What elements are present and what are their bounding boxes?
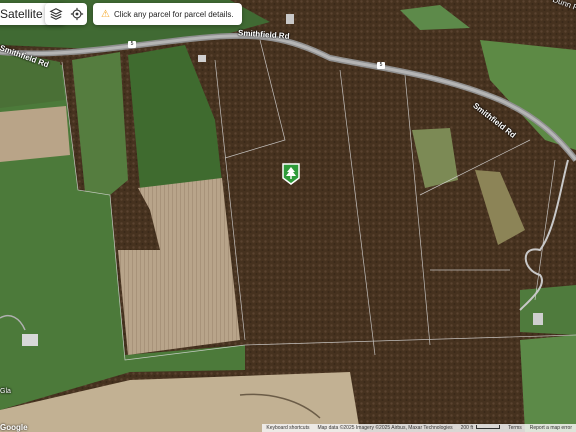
scale-bar[interactable]: 200 ft	[461, 425, 501, 431]
satellite-map[interactable]	[0, 0, 576, 432]
terms-link[interactable]: Terms	[508, 425, 522, 431]
google-logo: Google	[0, 423, 28, 432]
building-4	[286, 14, 294, 24]
layers-icon[interactable]	[48, 6, 64, 22]
locate-icon[interactable]	[69, 6, 85, 22]
report-link[interactable]: Report a map error	[530, 425, 572, 431]
parcel-hint: ⚠ Click any parcel for parcel details.	[93, 3, 242, 25]
tree-parcel-icon[interactable]	[282, 163, 300, 185]
route-shield: 5	[377, 62, 385, 69]
route-shield: 5	[128, 41, 136, 48]
building-3	[198, 55, 206, 62]
field-tan-nw	[0, 106, 70, 162]
map-tools	[45, 3, 87, 25]
building-1	[22, 334, 38, 346]
field-green-right	[520, 335, 576, 432]
keyboard-shortcuts-link[interactable]: Keyboard shortcuts	[266, 425, 309, 431]
warning-icon: ⚠	[101, 8, 110, 20]
attribution-bar: Keyboard shortcuts Map data ©2025 Imager…	[262, 424, 576, 432]
field-green-lower-right	[520, 285, 576, 335]
building-2	[533, 313, 543, 325]
hint-text: Click any parcel for parcel details.	[113, 9, 234, 19]
road-label-gla: Gla	[0, 388, 11, 395]
attribution-text: Map data ©2025 Imagery ©2025 Airbus, Max…	[317, 425, 453, 431]
map-footer: Google Keyboard shortcuts Map data ©2025…	[0, 423, 576, 432]
map-type-label: Satellite	[0, 7, 43, 21]
